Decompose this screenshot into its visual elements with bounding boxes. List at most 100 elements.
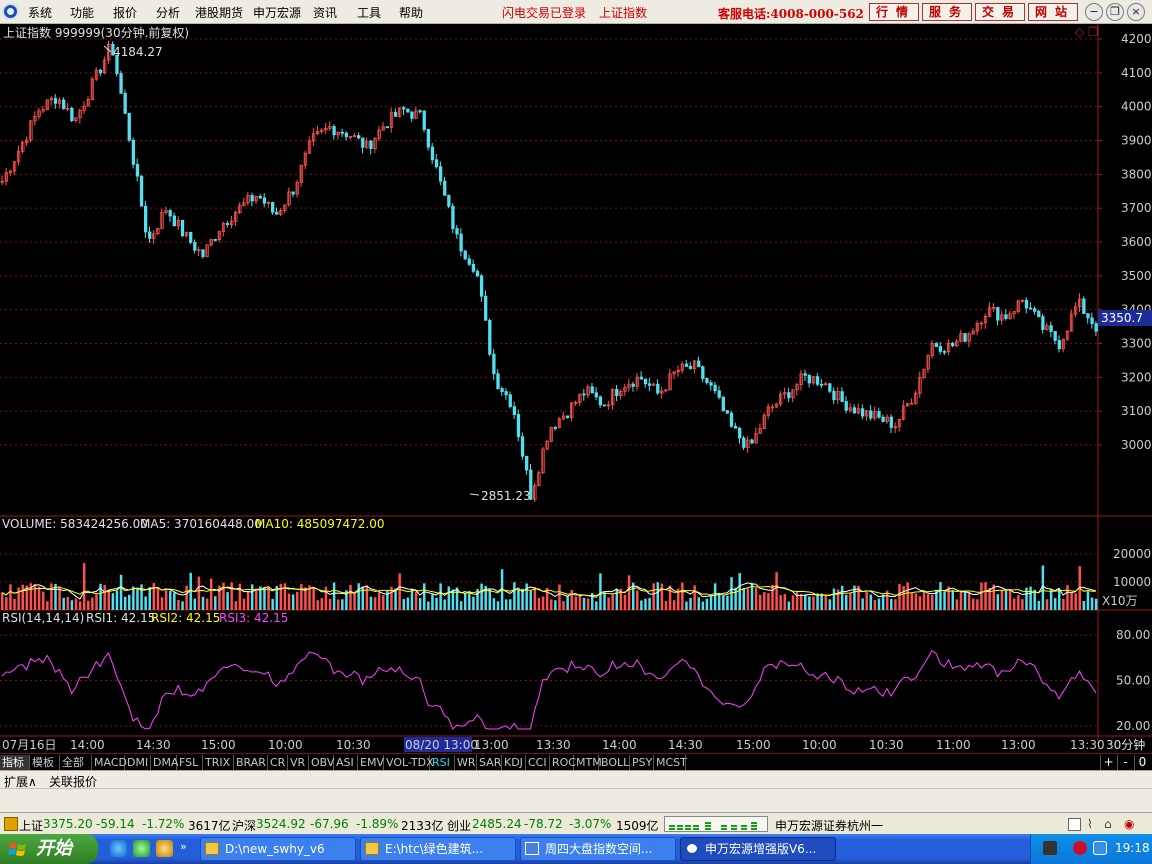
volume-bar — [226, 592, 229, 610]
volume-bar — [832, 588, 836, 610]
minimize-icon[interactable]: − — [1085, 3, 1103, 21]
menu-function[interactable]: 功能 — [70, 4, 94, 21]
tab-mtm[interactable]: MTM — [574, 755, 602, 770]
candle-body — [840, 391, 844, 402]
menu-analysis[interactable]: 分析 — [156, 4, 180, 21]
task-folder-2[interactable]: E:\htc\绿色建筑... — [360, 837, 516, 861]
chart-area[interactable]: 4200 4100 4000 3900 3800 3700 3600 3500 3400 3300… — [0, 24, 1152, 753]
tab-brar[interactable]: BRAR — [234, 755, 268, 770]
volume-bar — [156, 587, 160, 610]
volume-bar — [447, 586, 451, 610]
clock: 19:18 — [1115, 841, 1150, 855]
volume-bar — [1094, 598, 1098, 610]
volume-bar — [136, 587, 139, 610]
volume-bar — [472, 596, 475, 610]
website-button[interactable]: 网站 — [1028, 3, 1078, 21]
market-button[interactable]: 行情 — [869, 3, 919, 21]
candle-body — [119, 73, 123, 94]
tab-fsl[interactable]: FSL — [177, 755, 203, 770]
folder-quicklaunch-icon[interactable] — [156, 840, 173, 857]
volume-bar — [767, 593, 770, 610]
task-trading-app[interactable]: 申万宏源增强版V6... — [680, 837, 836, 861]
tab-psy[interactable]: PSY — [630, 755, 654, 770]
tab-all[interactable]: 全部 — [60, 755, 92, 770]
chart-options-icon[interactable]: ◇ ❐ — [1075, 25, 1099, 39]
volume-bar — [201, 596, 205, 610]
volume-bar — [636, 590, 639, 610]
time-tick-label: 14:30 — [136, 738, 171, 752]
tab-obv[interactable]: OBV — [309, 755, 334, 770]
candle-body — [656, 383, 660, 394]
signal-icon[interactable] — [4, 817, 18, 831]
tab-emv[interactable]: EMV — [358, 755, 384, 770]
zoom-out-button[interactable]: - — [1117, 755, 1133, 770]
volume-bar — [984, 582, 987, 610]
menu-news[interactable]: 资讯 — [313, 4, 337, 21]
tab-indicator[interactable]: 指标 — [0, 755, 30, 770]
menu-system[interactable]: 系统 — [28, 4, 52, 21]
tab-sar[interactable]: SAR — [477, 755, 502, 770]
volume-bar — [377, 592, 381, 610]
tab-dma[interactable]: DMA — [151, 755, 179, 770]
volume-bar — [865, 591, 868, 610]
menu-quote[interactable]: 报价 — [113, 4, 137, 21]
candle-body — [471, 263, 476, 272]
alert-icon[interactable]: ◉ — [1124, 817, 1134, 831]
tab-boll[interactable]: BOLL — [599, 755, 630, 770]
tab-vol-tdx[interactable]: VOL-TDX — [384, 755, 434, 770]
menu-swhy[interactable]: 申万宏源 — [253, 4, 301, 21]
time-tick-label: 10:00 — [802, 738, 837, 752]
tab-macd[interactable]: MACD — [92, 755, 127, 770]
tab-asi[interactable]: ASI — [334, 755, 358, 770]
start-button[interactable]: 开始 — [0, 834, 98, 864]
rsi-tick-label: 50.00 — [1116, 674, 1150, 688]
tab-cci[interactable]: CCI — [526, 755, 550, 770]
volume-bar — [652, 583, 655, 610]
candle-body — [1004, 314, 1008, 319]
tab-rsi[interactable]: RSI — [430, 755, 455, 770]
layout-icon[interactable] — [1068, 818, 1081, 831]
tab-cr[interactable]: CR — [268, 755, 288, 770]
restore-icon[interactable]: ❐ — [1106, 3, 1124, 21]
reset-button[interactable]: 0 — [1134, 755, 1150, 770]
tray-security-icon[interactable] — [1073, 841, 1087, 855]
app-logo-icon[interactable] — [2, 3, 19, 20]
trade-button[interactable]: 交易 — [975, 3, 1025, 21]
quicklaunch-icon[interactable] — [133, 840, 150, 857]
volume-bar — [980, 582, 983, 610]
tray-shield-icon[interactable] — [1093, 841, 1107, 855]
close-icon[interactable]: × — [1127, 3, 1145, 21]
volume-bar — [627, 575, 631, 610]
menu-hk-futures[interactable]: 港股期货 — [195, 4, 243, 21]
task-folder-1[interactable]: D:\new_swhy_v6 — [200, 837, 356, 861]
menu-tools[interactable]: 工具 — [357, 4, 381, 21]
menu-help[interactable]: 帮助 — [399, 4, 423, 21]
volume-bar — [74, 598, 78, 610]
tab-mcst[interactable]: MCST — [654, 755, 687, 770]
volume-bar — [66, 596, 70, 610]
volume-bar — [1062, 599, 1065, 610]
time-tick-label: 10:00 — [268, 738, 303, 752]
tab-dmi[interactable]: DMI — [125, 755, 151, 770]
tab-kdj[interactable]: KDJ — [502, 755, 526, 770]
tab-roc[interactable]: ROC — [550, 755, 576, 770]
tab-wr[interactable]: WR — [455, 755, 477, 770]
volume-bar — [742, 588, 746, 610]
volume-bar — [414, 591, 418, 610]
tab-trix[interactable]: TRIX — [203, 755, 234, 770]
volume-bar — [926, 594, 930, 610]
lock-icon[interactable]: ⌂ — [1104, 817, 1112, 831]
ie-icon[interactable] — [110, 840, 127, 857]
service-button[interactable]: 服务 — [922, 3, 972, 21]
volume-bar — [304, 587, 307, 610]
tab-template[interactable]: 模板 — [30, 755, 60, 770]
task-document[interactable]: 周四大盘指数空间... — [520, 837, 676, 861]
candle-body — [1033, 308, 1037, 312]
kline-chart[interactable]: 4200410040003900380037003600350034003300… — [0, 24, 1152, 753]
tray-network-icon[interactable] — [1043, 841, 1057, 855]
tab-vr[interactable]: VR — [288, 755, 309, 770]
volume-bar — [496, 601, 500, 610]
taskbar-expand-icon[interactable]: » — [180, 840, 194, 857]
zoom-in-button[interactable]: + — [1100, 755, 1116, 770]
wifi-icon[interactable]: ⌇ — [1087, 817, 1093, 831]
